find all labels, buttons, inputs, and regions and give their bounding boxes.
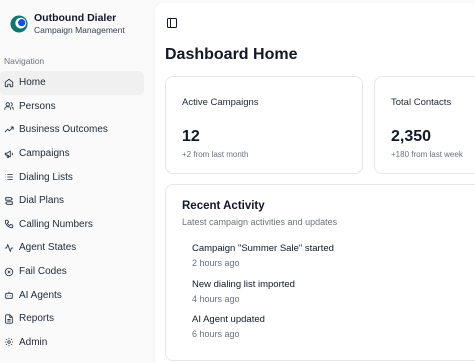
stat-label: Total Contacts	[391, 97, 452, 108]
sidebar-item-label: Dialing Lists	[19, 171, 73, 183]
trending-up-icon	[4, 125, 14, 135]
activity-text: Campaign "Summer Sale" started	[192, 243, 334, 254]
sidebar-item-label: Admin	[19, 336, 48, 348]
list-item: AI Agent updated 6 hours ago	[192, 314, 334, 350]
list-icon	[4, 172, 14, 182]
sidebar-toggle-icon[interactable]	[166, 17, 178, 29]
sidebar-item-label: Persons	[19, 100, 56, 112]
home-icon	[4, 78, 14, 88]
x-circle-icon	[4, 267, 14, 277]
stat-card-active-campaigns: Active Campaigns 12 +2 from last month	[165, 76, 363, 174]
sidebar-item-label: Reports	[19, 313, 55, 325]
sidebar-nav: Home Persons Business Outcomes Campaigns…	[0, 71, 153, 354]
brand-title: Outbound Dialer	[34, 12, 117, 24]
activity-text: New dialing list imported	[192, 278, 295, 290]
sidebar-item-label: Campaigns	[19, 148, 70, 160]
stat-value: 2,350	[391, 128, 432, 145]
activity-icon	[4, 243, 14, 253]
users-icon	[4, 101, 14, 111]
sidebar-item-business-outcomes[interactable]: Business Outcomes	[0, 118, 144, 142]
brand[interactable]: Outbound Dialer Campaign Management	[10, 12, 125, 36]
sidebar-item-admin[interactable]: Admin	[0, 331, 144, 355]
megaphone-icon	[4, 149, 14, 159]
route-icon	[4, 196, 14, 206]
list-item: Campaign "Summer Sale" started 2 hours a…	[192, 243, 334, 279]
page-title: Dashboard Home	[165, 46, 298, 63]
activity-text: AI Agent updated	[192, 314, 265, 325]
sidebar-item-persons[interactable]: Persons	[0, 95, 144, 119]
activity-list: Campaign "Summer Sale" started 2 hours a…	[192, 243, 334, 350]
sidebar-item-ai-agents[interactable]: AI Agents	[0, 283, 144, 307]
stat-delta: +180 from last week	[391, 150, 463, 159]
sidebar-item-calling-numbers[interactable]: Calling Numbers	[0, 213, 144, 237]
stat-label: Active Campaigns	[182, 97, 259, 108]
file-text-icon	[4, 314, 14, 324]
activity-time: 4 hours ago	[192, 293, 240, 304]
recent-activity-card: Recent Activity Latest campaign activiti…	[165, 184, 475, 361]
list-item: New dialing list imported 4 hours ago	[192, 279, 334, 315]
activity-title: Recent Activity	[182, 200, 265, 212]
sidebar-item-dialing-lists[interactable]: Dialing Lists	[0, 165, 144, 189]
sidebar-item-campaigns[interactable]: Campaigns	[0, 142, 144, 166]
stat-card-total-contacts: Total Contacts 2,350 +180 from last week	[374, 76, 475, 174]
sidebar-item-fail-codes[interactable]: Fail Codes	[0, 260, 144, 284]
phone-icon	[4, 219, 14, 229]
sidebar-item-label: Agent States	[19, 242, 77, 254]
sidebar-item-home[interactable]: Home	[0, 71, 144, 95]
sidebar-item-reports[interactable]: Reports	[0, 307, 144, 331]
sidebar-item-agent-states[interactable]: Agent States	[0, 236, 144, 260]
activity-subtitle: Latest campaign activities and updates	[182, 217, 338, 227]
sidebar-item-label: Business Outcomes	[19, 124, 108, 136]
stat-delta: +2 from last month	[182, 150, 249, 159]
brand-subtitle: Campaign Management	[34, 25, 125, 35]
main-content: Dashboard Home Active Campaigns 12 +2 fr…	[155, 3, 475, 363]
settings-icon	[4, 337, 14, 347]
nav-heading: Navigation	[4, 56, 45, 66]
bot-icon	[4, 290, 14, 300]
activity-time: 6 hours ago	[192, 329, 240, 339]
sidebar-item-dial-plans[interactable]: Dial Plans	[0, 189, 144, 213]
app-logo-icon	[10, 15, 28, 33]
stat-value: 12	[182, 128, 200, 145]
sidebar-item-label: Calling Numbers	[19, 218, 93, 230]
sidebar-item-label: Fail Codes	[19, 266, 67, 278]
activity-time: 2 hours ago	[192, 258, 240, 268]
sidebar-item-label: Dial Plans	[19, 195, 65, 207]
sidebar: Outbound Dialer Campaign Management Navi…	[0, 0, 153, 363]
sidebar-item-label: Home	[19, 77, 46, 89]
sidebar-item-label: AI Agents	[19, 289, 62, 301]
